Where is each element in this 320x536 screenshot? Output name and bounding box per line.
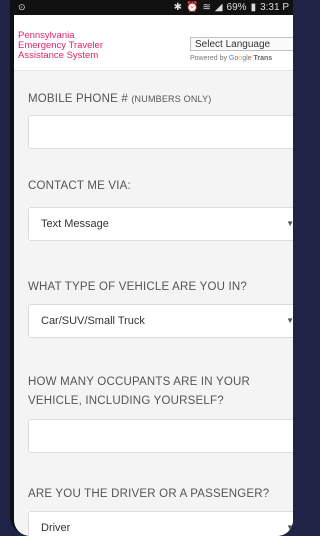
alarm-icon: ⏰ <box>186 2 199 13</box>
contact-label: CONTACT ME VIA: <box>28 180 131 192</box>
battery-icon: ▮ <box>250 2 257 13</box>
google-letter: e <box>247 55 252 62</box>
chevron-down-icon: ▼ <box>286 219 293 228</box>
vehicle-label: WHAT TYPE OF VEHICLE ARE YOU IN? <box>28 281 247 293</box>
contact-method-value: Text Message <box>41 218 109 230</box>
powered-by-text: Powered by <box>190 55 227 62</box>
driver-passenger-value: Driver <box>41 522 71 534</box>
chevron-down-icon: ▼ <box>286 316 293 325</box>
clock: 3:31 P <box>260 2 289 13</box>
notification-icon: ⊙ <box>18 2 26 12</box>
language-select[interactable]: Select Language <box>190 37 293 51</box>
translate-text: Trans <box>253 55 273 62</box>
occupants-label-line-2: VEHICLE, INCLUDING YOURSELF? <box>28 395 224 407</box>
vehicle-type-select[interactable]: Car/SUV/Small Truck ▼ <box>28 304 293 338</box>
phone-label-text: MOBILE PHONE # <box>28 93 128 105</box>
occupants-label-line-1: HOW MANY OCCUPANTS ARE IN YOUR <box>28 376 250 388</box>
mobile-phone-input[interactable] <box>28 115 293 149</box>
powered-by-google-translate[interactable]: Powered by Google Trans <box>190 55 272 62</box>
brand-line-3: Assistance System <box>18 50 99 61</box>
chevron-down-icon: ▼ <box>286 523 293 532</box>
contact-method-select[interactable]: Text Message ▼ <box>28 207 293 241</box>
wifi-icon: ≋ <box>202 2 211 13</box>
phone-label-hint: (NUMBERS ONLY) <box>131 94 212 104</box>
brand-logo-text[interactable]: Pennsylvania Emergency Traveler Assistan… <box>18 31 103 61</box>
page-header: Pennsylvania Emergency Traveler Assistan… <box>14 15 293 71</box>
status-bar: ⊙ ✱ ⏰ ≋ ◢ 69% ▮ 3:31 P <box>14 0 293 15</box>
occupants-input[interactable] <box>28 419 293 453</box>
status-right: ✱ ⏰ ≋ ◢ 69% ▮ 3:31 P <box>174 2 289 13</box>
battery-percent: 69% <box>226 2 247 13</box>
bluetooth-icon: ✱ <box>173 2 182 13</box>
signal-icon: ◢ <box>214 2 223 13</box>
role-label: ARE YOU THE DRIVER OR A PASSENGER? <box>28 488 270 500</box>
occupants-label: HOW MANY OCCUPANTS ARE IN YOUR VEHICLE, … <box>28 373 288 411</box>
vehicle-type-value: Car/SUV/Small Truck <box>41 315 145 327</box>
phone-label: MOBILE PHONE # (NUMBERS ONLY) <box>28 90 288 109</box>
phone-screen: ⊙ ✱ ⏰ ≋ ◢ 69% ▮ 3:31 P Pennsylvania Emer… <box>14 0 293 536</box>
driver-passenger-select[interactable]: Driver ▼ <box>28 511 293 536</box>
